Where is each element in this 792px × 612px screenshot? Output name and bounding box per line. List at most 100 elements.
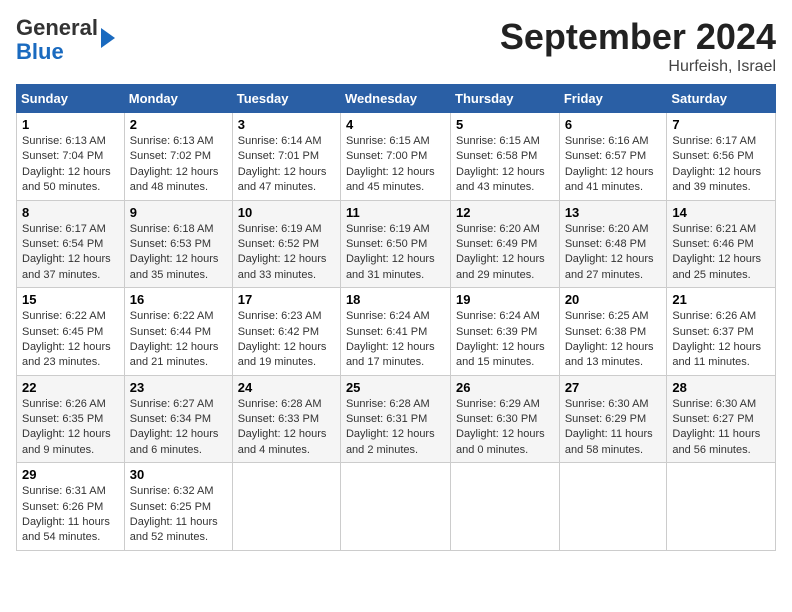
calendar-dow-header: Saturday	[667, 85, 776, 113]
calendar-week-row: 22 Sunrise: 6:26 AMSunset: 6:35 PMDayligh…	[17, 375, 776, 463]
day-number: 15	[22, 292, 119, 307]
calendar-dow-header: Thursday	[451, 85, 560, 113]
day-number: 23	[130, 380, 227, 395]
page-title: September 2024	[500, 16, 776, 58]
day-info: Sunrise: 6:24 AMSunset: 6:41 PMDaylight:…	[346, 309, 445, 371]
calendar-week-row: 1 Sunrise: 6:13 AMSunset: 7:04 PMDaylight…	[17, 113, 776, 201]
day-number: 19	[456, 292, 554, 307]
day-number: 21	[672, 292, 770, 307]
calendar-day-cell	[667, 463, 776, 551]
calendar-week-row: 29Sunrise: 6:31 AMSunset: 6:26 PMDayligh…	[17, 463, 776, 551]
day-info: Sunrise: 6:21 AMSunset: 6:46 PMDaylight:…	[672, 222, 770, 284]
day-number: 6	[565, 117, 662, 132]
calendar-day-cell: 3Sunrise: 6:14 AMSunset: 7:01 PMDaylight…	[232, 113, 340, 201]
day-number: 8	[22, 205, 119, 220]
day-info: Sunrise: 6:18 AMSunset: 6:53 PMDaylight:…	[130, 222, 227, 284]
calendar-day-cell: 7 Sunrise: 6:17 AMSunset: 6:56 PMDaylight…	[667, 113, 776, 201]
calendar-header-row: SundayMondayTuesdayWednesdayThursdayFrid…	[17, 85, 776, 113]
day-info: Sunrise: 6:17 AMSunset: 6:54 PMDaylight:…	[22, 222, 119, 284]
calendar-day-cell: 18 Sunrise: 6:24 AMSunset: 6:41 PMDayligh…	[340, 288, 450, 376]
day-number: 25	[346, 380, 445, 395]
day-info: Sunrise: 6:17 AMSunset: 6:56 PMDaylight:…	[672, 134, 770, 196]
day-number: 1	[22, 117, 119, 132]
calendar-dow-header: Monday	[124, 85, 232, 113]
calendar-day-cell: 8 Sunrise: 6:17 AMSunset: 6:54 PMDaylight…	[17, 200, 125, 288]
day-info: Sunrise: 6:25 AMSunset: 6:38 PMDaylight:…	[565, 309, 662, 371]
day-number: 30	[130, 467, 227, 482]
calendar-day-cell: 17Sunrise: 6:23 AMSunset: 6:42 PMDayligh…	[232, 288, 340, 376]
day-number: 14	[672, 205, 770, 220]
day-info: Sunrise: 6:28 AMSunset: 6:33 PMDaylight:…	[238, 397, 335, 459]
day-number: 13	[565, 205, 662, 220]
day-info: Sunrise: 6:15 AMSunset: 6:58 PMDaylight:…	[456, 134, 554, 196]
calendar-day-cell: 29Sunrise: 6:31 AMSunset: 6:26 PMDayligh…	[17, 463, 125, 551]
day-info: Sunrise: 6:28 AMSunset: 6:31 PMDaylight:…	[346, 397, 445, 459]
day-number: 5	[456, 117, 554, 132]
day-info: Sunrise: 6:26 AMSunset: 6:37 PMDaylight:…	[672, 309, 770, 371]
calendar-day-cell	[340, 463, 450, 551]
day-info: Sunrise: 6:24 AMSunset: 6:39 PMDaylight:…	[456, 309, 554, 371]
calendar-day-cell: 4Sunrise: 6:15 AMSunset: 7:00 PMDaylight…	[340, 113, 450, 201]
page-subtitle: Hurfeish, Israel	[500, 58, 776, 76]
calendar-day-cell: 2Sunrise: 6:13 AMSunset: 7:02 PMDaylight…	[124, 113, 232, 201]
day-info: Sunrise: 6:19 AMSunset: 6:52 PMDaylight:…	[238, 222, 335, 284]
calendar-day-cell: 26 Sunrise: 6:29 AMSunset: 6:30 PMDayligh…	[451, 375, 560, 463]
title-block: September 2024 Hurfeish, Israel	[500, 16, 776, 76]
day-number: 29	[22, 467, 119, 482]
day-info: Sunrise: 6:30 AMSunset: 6:29 PMDaylight:…	[565, 397, 662, 459]
day-number: 28	[672, 380, 770, 395]
calendar-day-cell: 25 Sunrise: 6:28 AMSunset: 6:31 PMDayligh…	[340, 375, 450, 463]
day-info: Sunrise: 6:29 AMSunset: 6:30 PMDaylight:…	[456, 397, 554, 459]
day-number: 20	[565, 292, 662, 307]
day-number: 7	[672, 117, 770, 132]
calendar-day-cell: 13 Sunrise: 6:20 AMSunset: 6:48 PMDayligh…	[559, 200, 667, 288]
day-number: 12	[456, 205, 554, 220]
calendar-day-cell: 14 Sunrise: 6:21 AMSunset: 6:46 PMDayligh…	[667, 200, 776, 288]
day-number: 26	[456, 380, 554, 395]
day-number: 22	[22, 380, 119, 395]
calendar-day-cell: 10 Sunrise: 6:19 AMSunset: 6:52 PMDayligh…	[232, 200, 340, 288]
day-number: 27	[565, 380, 662, 395]
calendar-day-cell: 19 Sunrise: 6:24 AMSunset: 6:39 PMDayligh…	[451, 288, 560, 376]
calendar-day-cell: 21 Sunrise: 6:26 AMSunset: 6:37 PMDayligh…	[667, 288, 776, 376]
day-number: 18	[346, 292, 445, 307]
day-number: 17	[238, 292, 335, 307]
day-info: Sunrise: 6:16 AMSunset: 6:57 PMDaylight:…	[565, 134, 662, 196]
calendar-dow-header: Wednesday	[340, 85, 450, 113]
day-info: Sunrise: 6:13 AMSunset: 7:04 PMDaylight:…	[22, 134, 119, 196]
calendar-day-cell: 28 Sunrise: 6:30 AMSunset: 6:27 PMDayligh…	[667, 375, 776, 463]
logo-text: General Blue	[16, 16, 98, 64]
calendar-day-cell: 1 Sunrise: 6:13 AMSunset: 7:04 PMDaylight…	[17, 113, 125, 201]
calendar-day-cell: 12Sunrise: 6:20 AMSunset: 6:49 PMDayligh…	[451, 200, 560, 288]
calendar-day-cell: 6 Sunrise: 6:16 AMSunset: 6:57 PMDaylight…	[559, 113, 667, 201]
day-info: Sunrise: 6:30 AMSunset: 6:27 PMDaylight:…	[672, 397, 770, 459]
day-info: Sunrise: 6:22 AMSunset: 6:44 PMDaylight:…	[130, 309, 227, 371]
day-info: Sunrise: 6:26 AMSunset: 6:35 PMDaylight:…	[22, 397, 119, 459]
calendar-day-cell: 22 Sunrise: 6:26 AMSunset: 6:35 PMDayligh…	[17, 375, 125, 463]
calendar-day-cell	[232, 463, 340, 551]
day-number: 3	[238, 117, 335, 132]
calendar-day-cell: 15Sunrise: 6:22 AMSunset: 6:45 PMDayligh…	[17, 288, 125, 376]
logo-arrow-icon	[101, 28, 115, 48]
day-number: 9	[130, 205, 227, 220]
calendar-dow-header: Friday	[559, 85, 667, 113]
calendar-week-row: 15Sunrise: 6:22 AMSunset: 6:45 PMDayligh…	[17, 288, 776, 376]
day-info: Sunrise: 6:13 AMSunset: 7:02 PMDaylight:…	[130, 134, 227, 196]
calendar-day-cell: 9 Sunrise: 6:18 AMSunset: 6:53 PMDaylight…	[124, 200, 232, 288]
day-number: 24	[238, 380, 335, 395]
day-info: Sunrise: 6:27 AMSunset: 6:34 PMDaylight:…	[130, 397, 227, 459]
page-header: General Blue September 2024 Hurfeish, Is…	[16, 16, 776, 76]
calendar-day-cell: 5 Sunrise: 6:15 AMSunset: 6:58 PMDaylight…	[451, 113, 560, 201]
calendar-day-cell: 27 Sunrise: 6:30 AMSunset: 6:29 PMDayligh…	[559, 375, 667, 463]
calendar-dow-header: Tuesday	[232, 85, 340, 113]
calendar-day-cell: 16 Sunrise: 6:22 AMSunset: 6:44 PMDayligh…	[124, 288, 232, 376]
calendar-day-cell	[451, 463, 560, 551]
calendar-day-cell: 24 Sunrise: 6:28 AMSunset: 6:33 PMDayligh…	[232, 375, 340, 463]
calendar-day-cell	[559, 463, 667, 551]
day-info: Sunrise: 6:19 AMSunset: 6:50 PMDaylight:…	[346, 222, 445, 284]
day-number: 10	[238, 205, 335, 220]
calendar-dow-header: Sunday	[17, 85, 125, 113]
day-number: 16	[130, 292, 227, 307]
day-info: Sunrise: 6:20 AMSunset: 6:48 PMDaylight:…	[565, 222, 662, 284]
calendar-day-cell: 30Sunrise: 6:32 AMSunset: 6:25 PMDayligh…	[124, 463, 232, 551]
